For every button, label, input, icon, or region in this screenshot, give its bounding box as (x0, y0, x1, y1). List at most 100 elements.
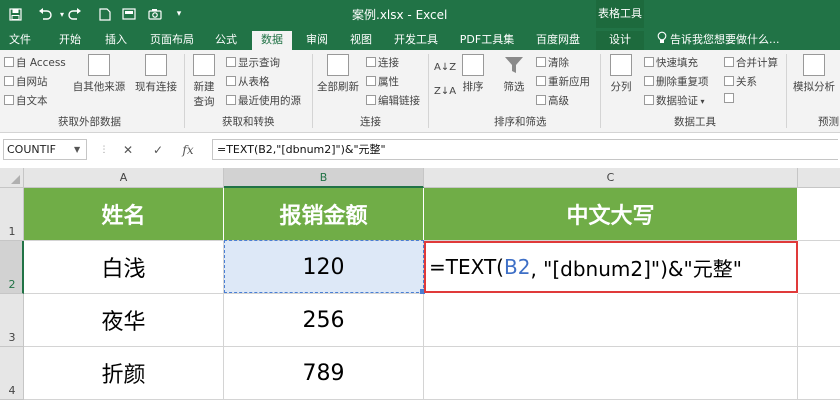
row-header-3[interactable]: 3 (0, 294, 24, 347)
remove-duplicates-button[interactable]: 删除重复项 (644, 74, 709, 89)
web-icon (4, 76, 14, 86)
relationships-button[interactable]: 关系 (724, 74, 757, 89)
chevron-down-icon[interactable]: ▼ (74, 145, 80, 154)
reapply-button[interactable]: 重新应用 (536, 74, 590, 89)
tab-page-layout[interactable]: 页面布局 (142, 31, 202, 50)
cell-c1[interactable]: 中文大写 (424, 188, 798, 241)
new-query-button[interactable]: 新建 查询 (188, 54, 220, 109)
customize-quick-access-icon[interactable]: ▾ (170, 5, 188, 23)
camera-icon[interactable] (146, 5, 164, 23)
title-bar: ▾ ▾ 案例.xlsx - Excel 表格工具 (0, 0, 840, 28)
tab-view[interactable]: 视图 (342, 31, 380, 50)
enter-icon[interactable]: ✓ (148, 141, 168, 159)
new-query-label-2: 查询 (193, 96, 215, 108)
recent-sources-button[interactable]: 最近使用的源 (226, 93, 301, 108)
cell-d2[interactable] (798, 241, 840, 294)
tab-insert[interactable]: 插入 (96, 31, 136, 50)
sort-za-icon[interactable]: Z↓A (434, 86, 456, 97)
reapply-label: 重新应用 (548, 76, 590, 88)
advanced-button[interactable]: 高级 (536, 93, 569, 108)
filter-button[interactable]: 筛选 (496, 54, 532, 94)
cell-b1[interactable]: 报销金额 (224, 188, 424, 241)
row-header-4[interactable]: 4 (0, 347, 24, 400)
consolidate-icon (724, 57, 734, 67)
cell-a2[interactable]: 白浅 (24, 241, 224, 294)
edit-links-button[interactable]: 编辑链接 (366, 93, 420, 108)
flash-fill-button[interactable]: 快速填充 (644, 55, 698, 70)
text-file-icon (4, 95, 14, 105)
from-access-button[interactable]: 自 Access (4, 55, 66, 70)
tab-data[interactable]: 数据 (252, 31, 292, 50)
cell-b3[interactable]: 256 (224, 294, 424, 347)
what-if-icon (803, 54, 825, 76)
from-web-button[interactable]: 自网站 (4, 74, 48, 89)
what-if-analysis-button[interactable]: 模拟分析 (790, 54, 838, 94)
formula-suffix: , "[dbnum2]")&"元整" (530, 256, 742, 281)
tab-baidu-netdisk[interactable]: 百度网盘 (528, 31, 588, 50)
cancel-icon[interactable]: ✕ (118, 141, 138, 159)
from-other-sources-button[interactable]: 自其他来源 (72, 54, 126, 94)
data-validation-icon (644, 95, 654, 105)
clear-button[interactable]: 清除 (536, 55, 569, 70)
filter-icon (503, 54, 525, 76)
row-header-1[interactable]: 1 (0, 188, 24, 241)
redo-icon[interactable] (66, 5, 84, 23)
properties-label: 属性 (378, 76, 399, 88)
column-header-d[interactable] (798, 168, 840, 188)
cell-d3[interactable] (798, 294, 840, 347)
undo-icon[interactable] (36, 5, 54, 23)
from-text-button[interactable]: 自文本 (4, 93, 48, 108)
cell-d1[interactable] (798, 188, 840, 241)
cell-b4[interactable]: 789 (224, 347, 424, 400)
from-web-label: 自网站 (16, 76, 48, 88)
new-query-label: 新建 (193, 81, 215, 93)
sort-button[interactable]: 排序 (458, 54, 488, 94)
recent-sources-label: 最近使用的源 (238, 95, 301, 107)
cell-a3[interactable]: 夜华 (24, 294, 224, 347)
advanced-icon (536, 95, 546, 105)
tab-pdf-tools[interactable]: PDF工具集 (452, 31, 522, 50)
refresh-icon (327, 54, 349, 76)
consolidate-button[interactable]: 合并计算 (724, 55, 778, 70)
tab-file[interactable]: 文件 (0, 31, 40, 50)
column-header-c[interactable]: C (424, 168, 798, 188)
text-to-columns-button[interactable]: 分列 (604, 54, 638, 94)
sort-az-icon[interactable]: A↓Z (434, 62, 456, 73)
open-file-icon[interactable] (120, 5, 138, 23)
connections-icon (366, 57, 376, 67)
connections-button[interactable]: 连接 (366, 55, 399, 70)
cell-a4[interactable]: 折颜 (24, 347, 224, 400)
from-table-button[interactable]: 从表格 (226, 74, 270, 89)
tab-review[interactable]: 审阅 (298, 31, 336, 50)
select-all-button[interactable] (0, 168, 24, 188)
row-number: 1 (8, 225, 16, 238)
refresh-all-button[interactable]: 全部刷新 (316, 54, 360, 94)
insert-function-icon[interactable]: fx (178, 141, 198, 159)
tab-design[interactable]: 设计 (596, 31, 644, 50)
row-header-2[interactable]: 2 (0, 241, 24, 294)
existing-connections-button[interactable]: 现有连接 (134, 54, 178, 94)
tab-formulas[interactable]: 公式 (206, 31, 246, 50)
column-header-b[interactable]: B (224, 168, 424, 188)
data-validation-button[interactable]: 数据验证 ▾ (644, 93, 705, 108)
cell-c4[interactable] (424, 347, 798, 400)
formula-reference: B2 (503, 255, 531, 279)
text-to-columns-label: 分列 (610, 81, 632, 93)
row-number: 4 (8, 384, 16, 397)
tab-developer[interactable]: 开发工具 (386, 31, 446, 50)
cell-c2-editing[interactable]: =TEXT(B2, "[dbnum2]")&"元整" (424, 241, 798, 293)
tell-me-box[interactable]: 告诉我您想要做什么... (670, 31, 780, 50)
cell-a1[interactable]: 姓名 (24, 188, 224, 241)
show-queries-button[interactable]: 显示查询 (226, 55, 280, 70)
tab-home[interactable]: 开始 (50, 31, 90, 50)
properties-button[interactable]: 属性 (366, 74, 399, 89)
manage-data-model-button[interactable] (724, 93, 736, 105)
cell-b2[interactable]: 120 (224, 241, 424, 294)
cell-d4[interactable] (798, 347, 840, 400)
new-file-icon[interactable] (96, 5, 114, 23)
advanced-label: 高级 (548, 95, 569, 107)
column-header-a[interactable]: A (24, 168, 224, 188)
formula-input[interactable]: =TEXT(B2,"[dbnum2]")&"元整" (212, 139, 838, 160)
save-icon[interactable] (6, 5, 24, 23)
cell-c3[interactable] (424, 294, 798, 347)
